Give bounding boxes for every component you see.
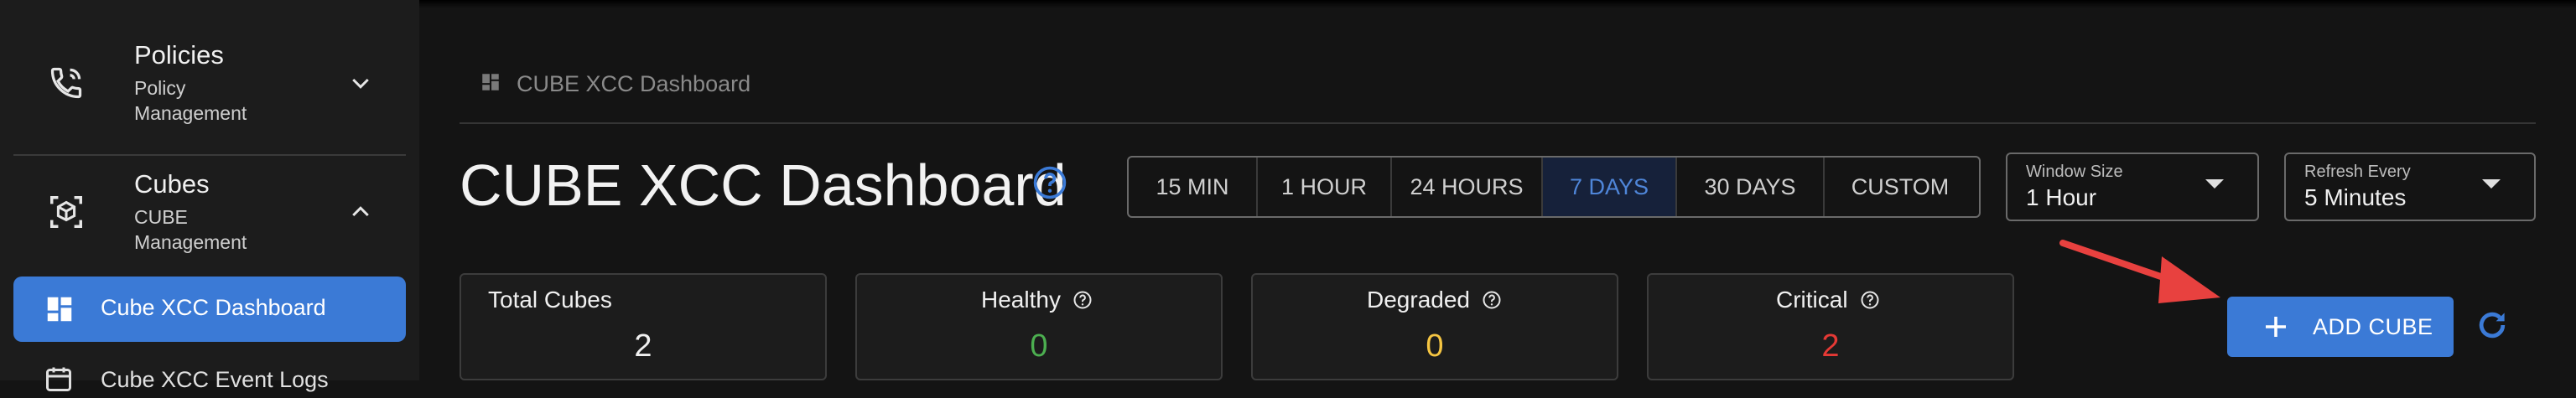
sidebar-divider (13, 154, 406, 156)
chevron-up-icon[interactable] (345, 196, 376, 226)
card-value: 0 (1426, 328, 1444, 364)
card-title-row: Critical (1776, 287, 1880, 313)
sidebar-group-cubes[interactable]: Cubes CUBE Management (13, 168, 406, 261)
card-value: 2 (634, 328, 652, 364)
select-value: 5 Minutes (2304, 184, 2407, 210)
help-circle-icon[interactable] (1482, 290, 1502, 310)
window-size-select[interactable]: Window Size 1 Hour (2006, 152, 2259, 221)
card-value: 0 (1030, 328, 1048, 364)
dashboard-icon (480, 71, 501, 97)
cube-icon (44, 189, 89, 235)
card-value: 2 (1821, 328, 1840, 364)
card-healthy: Healthy 0 (855, 273, 1223, 380)
refresh-icon[interactable] (2474, 307, 2511, 344)
add-cube-button[interactable]: ADD CUBE (2227, 297, 2454, 357)
card-title-row: Degraded (1367, 287, 1502, 313)
dashboard-icon (44, 293, 75, 325)
select-label: Refresh Every (2304, 163, 2411, 181)
sidebar-item-cube-xcc-dashboard[interactable]: Cube XCC Dashboard (13, 277, 406, 342)
plus-icon (2261, 312, 2291, 342)
sidebar-group-title: Cubes (134, 169, 210, 199)
sidebar-group-policies[interactable]: Policies Policy Management (13, 39, 406, 132)
help-circle-icon[interactable] (1031, 164, 1068, 201)
range-button-30-days[interactable]: 30 DAYS (1677, 158, 1825, 216)
card-total-cubes: Total Cubes 2 (460, 273, 827, 380)
calendar-icon (44, 364, 74, 394)
time-range-selector: 15 MIN 1 HOUR 24 HOURS 7 DAYS 30 DAYS CU… (1127, 156, 1981, 218)
help-circle-icon[interactable] (1860, 290, 1880, 310)
phone-call-icon (44, 60, 89, 106)
range-button-custom[interactable]: CUSTOM (1825, 158, 1976, 216)
card-title: Degraded (1367, 287, 1470, 313)
card-title-row: Healthy (981, 287, 1093, 313)
dropdown-arrow-icon (2482, 179, 2501, 189)
range-button-7-days[interactable]: 7 DAYS (1543, 158, 1677, 216)
range-button-24-hours[interactable]: 24 HOURS (1392, 158, 1543, 216)
page-title: CUBE XCC Dashboard (460, 152, 1067, 218)
card-title: Total Cubes (488, 287, 612, 313)
add-cube-label: ADD CUBE (2313, 314, 2433, 339)
header-divider (460, 122, 2536, 124)
card-critical: Critical 2 (1647, 273, 2014, 380)
help-circle-icon[interactable] (1072, 290, 1093, 310)
sidebar-group-subtitle: CUBE Management (134, 206, 247, 253)
refresh-every-select[interactable]: Refresh Every 5 Minutes (2284, 152, 2536, 221)
breadcrumb-label: CUBE XCC Dashboard (517, 70, 751, 96)
chevron-down-icon[interactable] (345, 69, 376, 99)
breadcrumb: CUBE XCC Dashboard (480, 67, 750, 101)
select-value: 1 Hour (2026, 184, 2097, 210)
range-button-1-hour[interactable]: 1 HOUR (1258, 158, 1392, 216)
sidebar-item-cube-xcc-event-logs[interactable]: Cube XCC Event Logs (13, 359, 406, 392)
card-title: Healthy (981, 287, 1061, 313)
sidebar: Policies Policy Management Cubes CUBE Ma… (0, 0, 419, 392)
sidebar-group-subtitle: Policy Management (134, 77, 247, 124)
card-degraded: Degraded 0 (1251, 273, 1618, 380)
card-title: Critical (1776, 287, 1848, 313)
sidebar-item-label: Cube XCC Dashboard (101, 295, 326, 320)
range-button-15-min[interactable]: 15 MIN (1129, 158, 1258, 216)
sidebar-group-title: Policies (134, 40, 224, 70)
dropdown-arrow-icon (2205, 179, 2224, 189)
select-label: Window Size (2026, 163, 2123, 181)
